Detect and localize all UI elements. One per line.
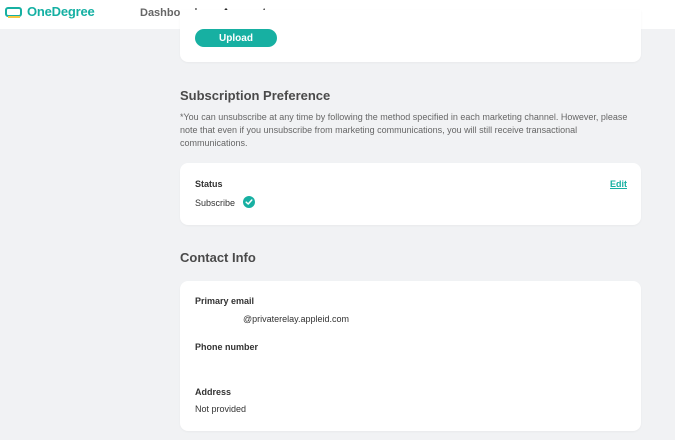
subscription-note: *You can unsubscribe at any time by foll… [180,112,628,148]
logo-text: OneDegree [27,4,95,19]
edit-status-link[interactable]: Edit [610,179,627,189]
address-value: Not provided [195,404,247,414]
phone-number-label: Phone number [195,342,259,352]
primary-email-value: @privaterelay.appleid.com [243,314,350,324]
check-circle-icon [243,196,255,208]
subscription-status-card [180,163,641,225]
address-label: Address [195,387,232,397]
logo-mark-icon [5,5,23,19]
subscription-preference-title: Subscription Preference [180,88,331,103]
contact-info-title: Contact Info [180,250,256,265]
status-label: Status [195,179,223,189]
primary-email-label: Primary email [195,296,255,306]
status-value: Subscribe [195,198,236,208]
upload-button[interactable]: Upload [195,29,277,47]
onedegree-logo[interactable]: OneDegree [5,4,95,19]
